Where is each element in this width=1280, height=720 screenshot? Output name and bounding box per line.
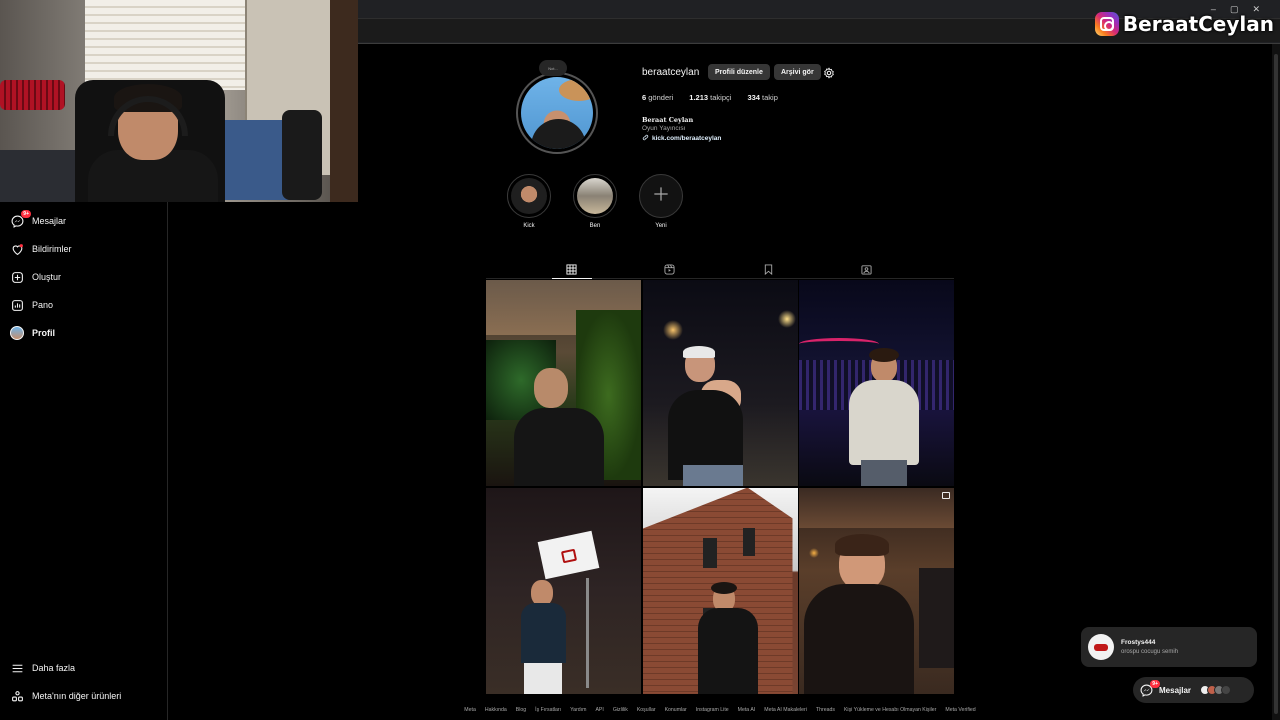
footer-link[interactable]: Meta — [464, 707, 476, 713]
tab-tagged[interactable] — [861, 262, 873, 275]
sender-name: Frostys444 — [1121, 639, 1156, 646]
sidebar-item-label: Meta'nın diğer ürünleri — [32, 691, 122, 701]
messages-label: Mesajlar — [1159, 685, 1192, 695]
footer-link[interactable]: Instagram Lite — [696, 707, 729, 713]
followers-count[interactable]: 1.213 takipçi — [689, 93, 731, 102]
post-thumbnail[interactable] — [799, 280, 954, 486]
settings-gear-icon[interactable] — [823, 66, 835, 79]
post-thumbnail[interactable] — [642, 487, 798, 694]
highlight-ben[interactable]: Ben — [573, 174, 617, 229]
instagram-icon — [1094, 12, 1119, 36]
sidebar-item-label: Oluştur — [32, 272, 62, 282]
profile-stats: 6 gönderi 1.213 takipçi 334 takip — [642, 93, 778, 102]
sidebar-item-profile[interactable]: Profil — [10, 326, 55, 340]
messages-floating-button[interactable]: 9+ Mesajlar — [1133, 677, 1254, 703]
reels-icon — [664, 264, 675, 275]
sidebar-item-create[interactable]: Oluştur — [10, 270, 61, 284]
footer-link[interactable]: Threads — [816, 707, 835, 713]
hamburger-icon — [10, 661, 24, 675]
footer-link[interactable]: Konumlar — [665, 707, 687, 713]
highlight-kick[interactable]: Kick — [507, 174, 551, 229]
sidebar-item-label: Bildirimler — [32, 244, 72, 254]
sidebar-item-notifications[interactable]: Bildirimler — [10, 242, 72, 256]
footer-link[interactable]: Meta Verified — [945, 707, 975, 713]
streamer-watermark: BeraatCeylan — [1094, 12, 1274, 36]
message-preview: orospu cocugu semih — [1121, 649, 1179, 655]
posts-grid — [486, 280, 954, 695]
profile-avatar[interactable] — [516, 72, 598, 154]
message-notification-toast[interactable]: Frostys444 orospu cocugu semih — [1081, 627, 1257, 667]
post-thumbnail[interactable] — [486, 280, 641, 486]
plus-icon — [651, 184, 671, 209]
tab-saved[interactable] — [763, 262, 775, 276]
footer-link[interactable]: İş Fırsatları — [535, 707, 561, 713]
footer-link[interactable]: Meta AI Makaleleri — [764, 707, 807, 713]
sidebar-item-messages[interactable]: 9+ Mesajlar — [10, 210, 67, 228]
dashboard-icon — [10, 298, 24, 312]
footer-link[interactable]: Gizlilik — [613, 707, 628, 713]
footer-links: Meta Hakkında Blog İş Fırsatları Yardım … — [0, 707, 1280, 713]
profile-category: Oyun Yayıncısı — [642, 125, 686, 132]
sidebar-item-label: Profil — [32, 328, 56, 338]
recent-chat-avatars — [1200, 685, 1232, 695]
footer-link[interactable]: Koşullar — [637, 707, 656, 713]
saved-icon — [764, 264, 773, 276]
footer-link[interactable]: Meta AI — [738, 707, 756, 713]
messages-badge: 9+ — [21, 210, 31, 218]
sidebar-item-dashboard[interactable]: Pano — [10, 298, 53, 312]
messenger-icon: 9+ — [10, 210, 31, 228]
post-thumbnail[interactable] — [799, 487, 954, 694]
profile-note[interactable]: Not... — [539, 60, 567, 76]
profile-display-name: Beraat Ceylan — [642, 116, 694, 124]
footer-link[interactable]: Kişi Yükleme ve Hesabı Olmayan Kişiler — [844, 707, 936, 713]
highlight-label: Kick — [523, 223, 535, 229]
footer-link[interactable]: Hakkında — [485, 707, 507, 713]
profile-link-text[interactable]: kick.com/beraatceylan — [652, 135, 721, 142]
sidebar-item-label: Pano — [32, 300, 54, 310]
highlight-label: Ben — [589, 223, 601, 229]
profile-link[interactable]: kick.com/beraatceylan — [642, 134, 721, 143]
messenger-icon: 9+ — [1140, 679, 1160, 697]
heart-icon — [10, 242, 24, 256]
sender-avatar — [1088, 634, 1114, 660]
view-archive-button[interactable]: Arşivi gör — [774, 64, 821, 80]
tagged-icon — [861, 265, 872, 275]
footer-link[interactable]: Yardım — [570, 707, 586, 713]
post-thumbnail[interactable] — [642, 280, 798, 486]
tab-reels[interactable] — [664, 262, 676, 275]
page-scrollbar[interactable] — [1272, 44, 1280, 720]
webcam-overlay — [0, 0, 358, 202]
carousel-icon — [942, 491, 950, 499]
following-count[interactable]: 334 takip — [747, 93, 777, 102]
edit-profile-button[interactable]: Profili düzenle — [708, 64, 770, 80]
posts-grid-icon — [566, 264, 577, 275]
link-icon — [642, 134, 649, 143]
plus-square-icon — [10, 270, 24, 284]
post-thumbnail[interactable] — [486, 487, 641, 694]
tab-posts[interactable] — [552, 262, 592, 279]
highlight-label: Yeni — [655, 223, 667, 229]
sidebar: 9+ Mesajlar Bildirimler Oluştur Pano Pro… — [0, 202, 168, 720]
sidebar-item-label: Daha fazla — [32, 663, 76, 673]
highlight-new[interactable]: Yeni — [639, 174, 683, 229]
profile-avatar-icon — [10, 326, 24, 340]
sidebar-item-meta-apps[interactable]: Meta'nın diğer ürünleri — [10, 689, 121, 703]
sidebar-item-more[interactable]: Daha fazla — [10, 661, 75, 675]
watermark-name: BeraatCeylan — [1122, 12, 1274, 36]
profile-username: beraatceylan — [642, 67, 700, 78]
posts-count[interactable]: 6 gönderi — [642, 93, 673, 102]
meta-apps-icon — [10, 689, 24, 703]
footer-link[interactable]: API — [595, 707, 603, 713]
sidebar-item-label: Mesajlar — [32, 216, 67, 226]
footer-link[interactable]: Blog — [516, 707, 526, 713]
messages-badge: 9+ — [1150, 679, 1160, 688]
